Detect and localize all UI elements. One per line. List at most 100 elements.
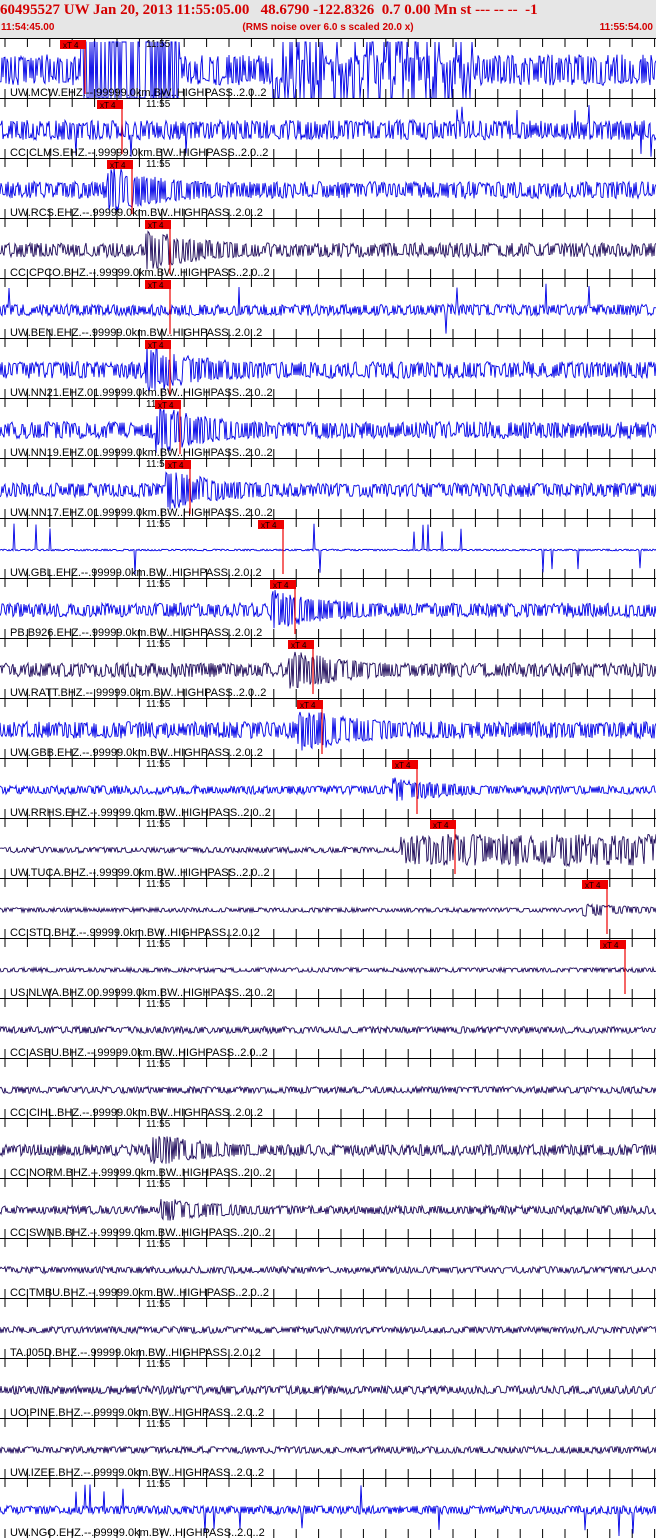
trace-row: 11:55 UW.NGO.EHZ.--.99999.0km.BW..HIGHPAS… — [0, 1478, 656, 1538]
station-label: CC.CLMS.EHZ.--.99999.0km.BW..HIGHPASS..2… — [10, 147, 268, 159]
pick-label: xT 4 — [168, 461, 184, 470]
station-label: CC.NORM.BHZ.--.99999.0km.BW..HIGHPASS..2… — [10, 1167, 271, 1179]
waveform — [0, 903, 656, 917]
trace-row: 11:55 CC.SWNB.BHZ.--.99999.0km.BW..HIGHPA… — [0, 1178, 656, 1239]
station-label: UW.GBB.EHZ.--.99999.0km.BW..HIGHPASS..2.… — [10, 747, 263, 759]
station-label: UW.MCW.EHZ.--.99999.0km.BW..HIGHPASS..2.… — [10, 87, 267, 99]
trace-row: 11:55 CC.CLMS.EHZ.--.99999.0km.BW..HIGHPA… — [0, 98, 656, 159]
station-label: CC.CPCO.BHZ.--.99999.0km.BW..HIGHPASS..2… — [10, 267, 270, 279]
station-label: UW.GBL.EHZ.--.99999.0km.BW..HIGHPASS..2.… — [10, 567, 262, 579]
station-label: UO.PINE.BHZ.--.99999.0km.BW..HIGHPASS..2… — [10, 1407, 264, 1419]
trace-row: 11:55UW.BEN.EHZ.--.99999.0km.BW..HIGHPAS… — [0, 278, 656, 339]
station-label: UW.TUCA.BHZ.--.99999.0km.BW..HIGHPASS..2… — [10, 867, 270, 879]
trace-row: 11:55UW.NN21.EHZ.01.99999.0km.BW..HIGHPA… — [0, 338, 656, 399]
pick-label: xT 4 — [300, 701, 316, 710]
trace-row: 11:55 UW.TUCA.BHZ.--.99999.0km.BW..HIGHPA… — [0, 818, 656, 879]
pick-label: xT 4 — [291, 641, 307, 650]
trace-row: 11:55 TA.J05D.BHZ.--.99999.0km.BW..HIGHPA… — [0, 1298, 656, 1359]
pick-label: xT 4 — [100, 101, 116, 110]
time-mark: 11:55 — [146, 939, 171, 950]
pick-label: xT 4 — [585, 881, 601, 890]
pick-label: xT 4 — [148, 341, 164, 350]
trace-row: 11:55 UW.IZEE.BHZ.--.99999.0km.BW..HIGHPA… — [0, 1418, 656, 1479]
station-label: UW.IZEE.BHZ.--.99999.0km.BW..HIGHPASS..2… — [10, 1467, 264, 1479]
time-mark: 11:55 — [146, 1299, 171, 1310]
time-mark: 11:55 — [146, 579, 171, 590]
time-mark: 11:55 — [146, 819, 171, 830]
trace-row: 11:55 PB.B926.EHZ.--.99999.0km.BW..HIGHPA… — [0, 578, 656, 639]
waveform — [0, 833, 656, 868]
waveform — [0, 1025, 656, 1035]
station-label: UW.RCS.EHZ.--.99999.0km.BW..HIGHPASS..2.… — [10, 207, 263, 219]
station-label: UW.NN21.EHZ.01.99999.0km.BW..HIGHPASS..2… — [10, 387, 273, 399]
station-label: CC.TMBU.BHZ.--.99999.0km.BW..HIGHPASS..2… — [10, 1287, 269, 1299]
station-label: CC.STD.BHZ.--.99999.0km.BW..HIGHPASS..2.… — [10, 927, 260, 939]
pick-label: xT 4 — [148, 281, 164, 290]
waveform — [0, 1265, 656, 1275]
trace-row: 11:55 UW.RRHS.EHZ.--.99999.0km.BW..HIGHPA… — [0, 758, 656, 819]
pick-label: xT 4 — [148, 221, 164, 230]
station-label: UW.BEN.EHZ.--.99999.0km.BW..HIGHPASS..2.… — [10, 327, 262, 339]
waveform — [0, 230, 656, 270]
time-mark: 11:55 — [146, 1239, 171, 1250]
time-mark: 11:55 — [146, 1479, 171, 1490]
waveform — [0, 406, 656, 454]
time-mark: 11:55 — [146, 1059, 171, 1070]
trace-row: 11:55 CC.STD.BHZ.--.99999.0km.BW..HIGHPAS… — [0, 878, 656, 939]
trace-row: 11:55 CC.ASBU.BHZ.--.99999.0km.BW..HIGHPA… — [0, 998, 656, 1059]
waveform — [0, 966, 656, 974]
seismogram-panel: 11:55 UW.MCW.EHZ.--.99999.0km.BW..HIGHPAS… — [0, 38, 656, 1538]
waveform — [0, 344, 656, 393]
waveform — [0, 1384, 656, 1396]
time-mark: 11:55 — [146, 759, 171, 770]
trace-row: 11:55 US.NLWA.BHZ.00.99999.0km.BW..HIGHPA… — [0, 938, 656, 999]
waveform — [0, 711, 656, 751]
pick-label: xT 4 — [63, 41, 79, 50]
time-mark: 11:55 — [146, 639, 171, 650]
trace-row: 11:55 UW.GBB.EHZ.--.99999.0km.BW..HIGHPAS… — [0, 698, 656, 759]
station-label: UW.NN19.EHZ.01.99999.0km.BW..HIGHPASS..2… — [10, 447, 273, 459]
time-mark: 11:55 — [146, 1359, 171, 1370]
trace-row: 11:55 UW.MCW.EHZ.--.99999.0km.BW..HIGHPAS… — [0, 38, 656, 99]
time-mark: 11:55 — [146, 39, 171, 50]
trace-row: 11:55UW.NN17.EHZ.01.99999.0km.BW..HIGHPA… — [0, 458, 656, 519]
trace-row: 11:55 UW.RATT.BHZ.--.99999.0km.BW..HIGHPA… — [0, 638, 656, 699]
pick-label: xT 4 — [395, 761, 411, 770]
time-mark: 11:55 — [146, 879, 171, 890]
trace-row: 11:55CC.CPCO.BHZ.--.99999.0km.BW..HIGHPA… — [0, 218, 656, 279]
station-label: CC.ASBU.BHZ.--.99999.0km.BW..HIGHPASS..2… — [10, 1047, 268, 1059]
station-label: UW.RATT.BHZ.--.99999.0km.BW..HIGHPASS..2… — [10, 687, 266, 699]
time-mark: 11:55 — [146, 1119, 171, 1130]
pick-label: xT 4 — [603, 941, 619, 950]
waveform — [0, 777, 656, 801]
station-label: TA.J05D.BHZ.--.99999.0km.BW..HIGHPASS..2… — [10, 1347, 261, 1359]
time-mark: 11:55 — [146, 159, 171, 170]
station-label: US.NLWA.BHZ.00.99999.0km.BW..HIGHPASS..2… — [10, 987, 273, 999]
station-label: UW.NGO.EHZ.--.99999.0km.BW..HIGHPASS..2.… — [10, 1527, 265, 1538]
pick-label: xT 4 — [158, 401, 174, 410]
waveform — [0, 1199, 656, 1221]
time-mark: 11:55 — [146, 999, 171, 1010]
waveform — [0, 166, 656, 212]
time-mark: 11:55 — [146, 1419, 171, 1430]
pick-label: xT 4 — [433, 821, 449, 830]
time-mark: 11:55 — [146, 519, 171, 530]
station-label: UW.RRHS.EHZ.--.99999.0km.BW..HIGHPASS..2… — [10, 807, 271, 819]
trace-row: 11:55 CC.CIHL.BHZ.--.99999.0km.BW..HIGHPA… — [0, 1058, 656, 1119]
waveform — [0, 651, 656, 689]
trace-row: 11:55UW.NN19.EHZ.01.99999.0km.BW..HIGHPA… — [0, 398, 656, 459]
trace-row: 11:55 CC.NORM.BHZ.--.99999.0km.BW..HIGHPA… — [0, 1118, 656, 1179]
waveform — [0, 1325, 656, 1335]
waveform — [0, 1445, 656, 1455]
trace-row: 11:55 UO.PINE.BHZ.--.99999.0km.BW..HIGHPA… — [0, 1358, 656, 1419]
pick-label: xT 4 — [110, 161, 126, 170]
waveform — [0, 590, 656, 629]
trace-row: 11:55 UW.GBL.EHZ.--.99999.0km.BW..HIGHPAS… — [0, 518, 656, 579]
trace-row: 11:55 CC.TMBU.BHZ.--.99999.0km.BW..HIGHPA… — [0, 1238, 656, 1299]
station-label: CC.CIHL.BHZ.--.99999.0km.BW..HIGHPASS..2… — [10, 1107, 263, 1119]
waveform — [0, 1085, 656, 1095]
trace-row: 11:55 UW.RCS.EHZ.--.99999.0km.BW..HIGHPAS… — [0, 158, 656, 219]
time-mark: 11:55 — [146, 699, 171, 710]
station-label: PB.B926.EHZ.--.99999.0km.BW..HIGHPASS..2… — [10, 627, 262, 639]
waveform — [0, 471, 656, 510]
